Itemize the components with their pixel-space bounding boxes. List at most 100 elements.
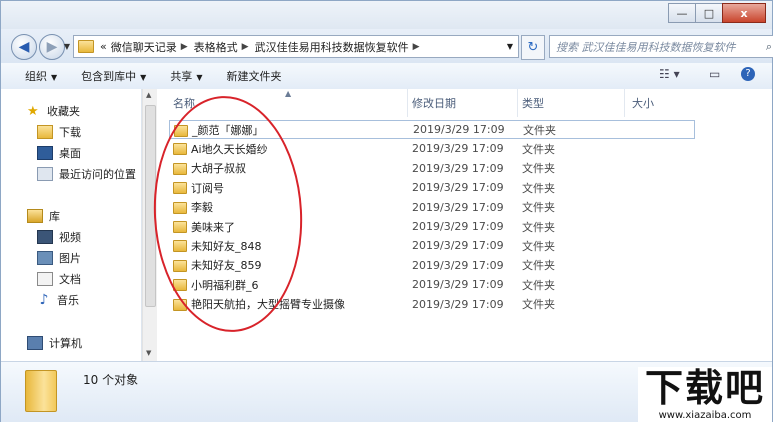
sidebar-item-music[interactable]: ♪ 音乐 — [37, 290, 79, 310]
music-icon: ♪ — [39, 292, 49, 308]
column-header-type[interactable]: 类型 — [522, 89, 544, 117]
computer-icon — [27, 336, 43, 350]
help-icon[interactable]: ? — [741, 67, 755, 81]
breadcrumb-current-folder[interactable]: 武汉佳佳易用科技数据恢复软件 — [255, 39, 409, 55]
file-type: 文件夹 — [522, 201, 555, 215]
sidebar-item-label: 计算机 — [49, 337, 82, 350]
chevron-down-icon: ▼ — [196, 73, 203, 82]
title-bar: — □ x — [1, 1, 772, 29]
maximize-button[interactable]: □ — [695, 3, 723, 23]
file-type: 文件夹 — [522, 298, 555, 312]
sidebar-item-label: 收藏夹 — [47, 105, 80, 118]
forward-button[interactable]: ▶ — [39, 34, 65, 60]
preview-pane-icon[interactable]: ▭ — [709, 67, 720, 81]
sidebar-item-label: 桌面 — [59, 147, 81, 160]
address-bar[interactable]: « 微信聊天记录 ▶ 表格格式 ▶ 武汉佳佳易用科技数据恢复软件 ▶ — [73, 35, 519, 58]
chevron-right-icon[interactable]: ▶ — [413, 42, 420, 52]
search-icon[interactable]: ⌕ — [766, 40, 772, 54]
search-input[interactable]: 搜索 武汉佳佳易用科技数据恢复软件 ⌕ — [549, 35, 773, 58]
recent-pages-dropdown[interactable]: ▼ — [63, 34, 71, 58]
sidebar-item-favorites[interactable]: ★ 收藏夹 — [27, 101, 80, 121]
sidebar-item-computer[interactable]: 计算机 — [27, 333, 82, 353]
sidebar-item-recent[interactable]: 最近访问的位置 — [37, 164, 136, 184]
sidebar-item-downloads[interactable]: 下载 — [37, 122, 81, 142]
close-button[interactable]: x — [722, 3, 766, 23]
chevron-down-icon: ▼ — [140, 73, 147, 82]
folder-icon — [78, 40, 94, 53]
chevron-down-icon: ▼ — [51, 73, 58, 82]
file-modified-date: 2019/3/29 17:09 — [412, 278, 504, 292]
pictures-icon — [37, 251, 53, 265]
include-in-library-label: 包含到库中 — [81, 70, 137, 83]
file-type: 文件夹 — [522, 162, 555, 176]
sidebar-item-label: 图片 — [59, 252, 81, 265]
star-icon: ★ — [27, 104, 39, 119]
sidebar-item-label: 音乐 — [57, 294, 79, 307]
view-options-icon[interactable]: ☷ ▾ — [659, 67, 680, 81]
file-type: 文件夹 — [522, 220, 555, 234]
chevron-right-icon[interactable]: ▶ — [242, 42, 249, 52]
item-count: 10 个对象 — [83, 373, 139, 387]
command-bar: 组织 ▼ 包含到库中 ▼ 共享 ▼ 新建文件夹 ☷ ▾ ▭ ? — [1, 63, 772, 90]
breadcrumb-table-format[interactable]: 表格格式 — [194, 39, 238, 55]
file-type: 文件夹 — [522, 142, 555, 156]
scroll-down-icon[interactable]: ▼ — [146, 349, 151, 357]
sidebar-item-desktop[interactable]: 桌面 — [37, 143, 81, 163]
refresh-button[interactable]: ↻ — [521, 35, 545, 60]
file-modified-date: 2019/3/29 17:09 — [412, 161, 504, 175]
column-divider[interactable] — [517, 89, 518, 117]
column-header-size[interactable]: 大小 — [632, 89, 654, 117]
share-button[interactable]: 共享 ▼ — [170, 68, 202, 84]
sidebar-item-pictures[interactable]: 图片 — [37, 248, 81, 268]
navigation-pane: ★ 收藏夹 下载 桌面 最近访问的位置 库 视频 图片 文档 ♪ 音乐 计算机 — [1, 89, 142, 361]
file-type: 文件夹 — [522, 239, 555, 253]
file-type: 文件夹 — [522, 181, 555, 195]
library-icon — [27, 209, 43, 223]
include-in-library-button[interactable]: 包含到库中 ▼ — [81, 68, 146, 84]
file-modified-date: 2019/3/29 17:09 — [412, 258, 504, 272]
sidebar-item-label: 下载 — [59, 126, 81, 139]
file-modified-date: 2019/3/29 17:09 — [412, 200, 504, 214]
recent-places-icon — [37, 167, 53, 181]
sidebar-item-videos[interactable]: 视频 — [37, 227, 81, 247]
sort-ascending-icon: ▲ — [285, 89, 292, 98]
sidebar-item-label: 文档 — [59, 273, 81, 286]
sidebar-item-label: 最近访问的位置 — [59, 168, 136, 181]
file-type: 文件夹 — [522, 278, 555, 292]
sidebar-item-documents[interactable]: 文档 — [37, 269, 81, 289]
breadcrumb-wechat-records[interactable]: 微信聊天记录 — [111, 39, 177, 55]
file-type: 文件夹 — [523, 123, 556, 137]
share-label: 共享 — [170, 70, 193, 83]
file-modified-date: 2019/3/29 17:09 — [412, 239, 504, 253]
address-row: ◀ ▶ ▼ « 微信聊天记录 ▶ 表格格式 ▶ 武汉佳佳易用科技数据恢复软件 ▶… — [1, 29, 773, 63]
breadcrumb-overflow[interactable]: « — [100, 40, 107, 53]
sidebar-item-libraries[interactable]: 库 — [27, 206, 60, 226]
refresh-icon: ↻ — [527, 40, 539, 55]
file-modified-date: 2019/3/29 17:09 — [413, 123, 505, 136]
watermark-url: www.xiazaiba.com — [658, 410, 752, 421]
organize-label: 组织 — [25, 70, 47, 83]
downloads-folder-icon — [37, 125, 53, 139]
address-dropdown-icon[interactable]: ▼ — [501, 35, 519, 58]
scroll-up-icon[interactable]: ▲ — [146, 91, 151, 99]
search-placeholder: 搜索 武汉佳佳易用科技数据恢复软件 — [556, 40, 736, 54]
chevron-right-icon[interactable]: ▶ — [181, 42, 188, 52]
file-modified-date: 2019/3/29 17:09 — [412, 181, 504, 195]
watermark-logo-text: 下载吧 — [644, 366, 765, 410]
back-button[interactable]: ◀ — [11, 34, 37, 60]
column-divider[interactable] — [624, 89, 625, 117]
file-modified-date: 2019/3/29 17:09 — [412, 220, 504, 233]
column-header-modified[interactable]: 修改日期 — [412, 89, 456, 117]
new-folder-button[interactable]: 新建文件夹 — [226, 68, 281, 84]
file-type: 文件夹 — [522, 259, 555, 273]
documents-icon — [37, 272, 53, 286]
column-divider[interactable] — [407, 89, 408, 117]
video-icon — [37, 230, 53, 244]
minimize-button[interactable]: — — [668, 3, 696, 23]
file-modified-date: 2019/3/29 17:09 — [412, 142, 504, 156]
watermark-logo: 下载吧 www.xiazaiba.com — [638, 367, 772, 422]
desktop-icon — [37, 146, 53, 160]
folder-icon — [25, 370, 57, 412]
organize-button[interactable]: 组织 ▼ — [25, 68, 57, 84]
window-controls: — □ x — [668, 3, 766, 23]
